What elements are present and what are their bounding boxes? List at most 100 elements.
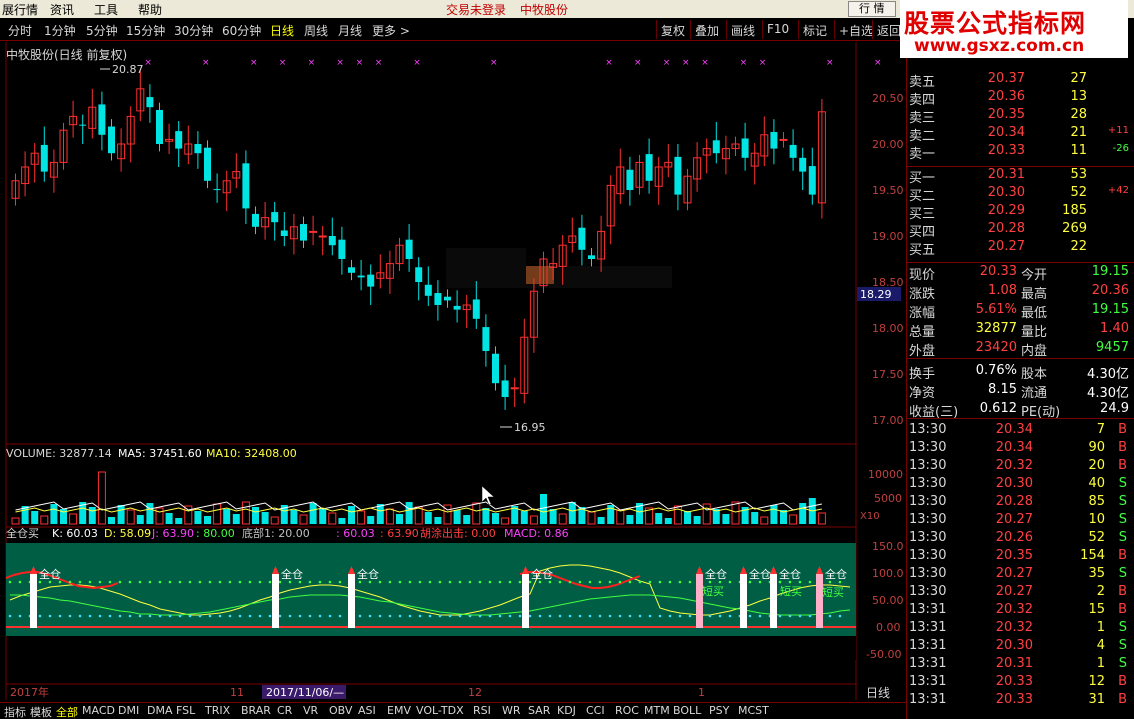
tab-roc[interactable]: ROC — [615, 704, 639, 717]
tab-trix[interactable]: TRIX — [205, 704, 230, 717]
tab-macd[interactable]: MACD — [82, 704, 115, 717]
tab-boll[interactable]: BOLL — [673, 704, 701, 717]
window-stock-name: 中牧股份 — [520, 3, 569, 17]
tab-全部[interactable]: 全部 — [56, 704, 78, 719]
ask-price: 20.34 — [987, 125, 1025, 140]
tab-模板[interactable]: 模板 — [30, 704, 52, 719]
menu-item-market[interactable]: 展行情 — [2, 1, 38, 18]
period-30min[interactable]: 30分钟 — [174, 22, 213, 39]
candle-body — [146, 97, 154, 108]
tick-row: 13:31 20.32 15 B — [907, 602, 1134, 620]
level-dot — [8, 614, 12, 618]
indicator-panel — [6, 543, 856, 636]
quote-separator — [907, 358, 1134, 359]
indicator-a: : 60.03 — [336, 527, 375, 540]
volume-bar — [357, 510, 366, 525]
candle-body — [300, 224, 307, 241]
toolbar-draw[interactable]: 画线 — [726, 20, 759, 39]
tab-obv[interactable]: OBV — [329, 704, 352, 717]
volume-bar — [655, 513, 663, 524]
ask-row[interactable]: 卖五 20.37 27 — [907, 71, 1134, 90]
period-intraday[interactable]: 分时 — [8, 22, 32, 39]
level-dot — [108, 614, 112, 618]
tick-side: B — [1118, 584, 1127, 599]
ask-row[interactable]: 卖三 20.35 28 — [907, 107, 1134, 126]
date-label: 12 — [468, 686, 482, 699]
tab-cr[interactable]: CR — [277, 704, 292, 717]
period-1min[interactable]: 1分钟 — [44, 22, 76, 39]
period-daily[interactable]: 日线 — [270, 22, 294, 39]
bid-row[interactable]: 买一 20.31 53 — [907, 167, 1134, 186]
tab-psy[interactable]: PSY — [709, 704, 729, 717]
toolbar-restore-rights[interactable]: 复权 — [656, 20, 689, 39]
tab-mtm[interactable]: MTM — [644, 704, 670, 717]
quote-button[interactable]: 行 情 — [848, 1, 896, 17]
ask-row[interactable]: 卖二 20.34 21 +11 — [907, 125, 1134, 144]
tab-dmi[interactable]: DMI — [118, 704, 139, 717]
menu-item-news[interactable]: 资讯 — [50, 1, 74, 18]
bid-label: 买五 — [909, 243, 936, 258]
tab-dma[interactable]: DMA — [147, 704, 173, 717]
indicator-d: D: 58.09 — [104, 527, 151, 540]
level-dot — [88, 614, 92, 618]
bid-row[interactable]: 买五 20.27 22 — [907, 239, 1134, 258]
bid-row[interactable]: 买三 20.29 185 — [907, 203, 1134, 222]
menu-item-tools[interactable]: 工具 — [94, 1, 118, 18]
level-dot — [318, 614, 322, 618]
tick-price: 20.33 — [995, 674, 1033, 689]
level-dot — [448, 580, 452, 584]
tab-vol-tdx[interactable]: VOL-TDX — [416, 704, 464, 717]
menu-item-help[interactable]: 帮助 — [138, 1, 162, 18]
candle-body — [328, 236, 336, 246]
low-price-label: 16.95 — [514, 421, 546, 434]
period-more[interactable]: 更多 > — [372, 22, 410, 39]
tab-brar[interactable]: BRAR — [241, 704, 271, 717]
period-monthly[interactable]: 月线 — [338, 22, 362, 39]
period-5min[interactable]: 5分钟 — [86, 22, 118, 39]
tab-rsi[interactable]: RSI — [473, 704, 491, 717]
stat-value: 0.76% — [975, 363, 1017, 378]
login-status[interactable]: 交易未登录 — [446, 1, 506, 18]
candle-body — [108, 126, 115, 154]
tab-cci[interactable]: CCI — [586, 704, 605, 717]
ask-row[interactable]: 卖四 20.36 13 — [907, 89, 1134, 108]
bid-row[interactable]: 买二 20.30 52 +42 — [907, 185, 1134, 204]
bid-volume: 53 — [1070, 167, 1087, 182]
tab-kdj[interactable]: KDJ — [557, 704, 576, 717]
level-dot — [278, 580, 282, 584]
volume-bar — [261, 512, 269, 524]
level-dot — [668, 580, 672, 584]
tab-mcst[interactable]: MCST — [738, 704, 769, 717]
ask-row[interactable]: 卖一 20.33 11 -26 — [907, 143, 1134, 162]
tab-fsl[interactable]: FSL — [176, 704, 195, 717]
tab-wr[interactable]: WR — [502, 704, 521, 717]
stat-value: 0.612 — [979, 401, 1017, 416]
volume-label: VOLUME: 32877.14 — [6, 447, 112, 460]
volume-bar — [108, 517, 115, 524]
tab-指标[interactable]: 指标 — [4, 704, 26, 719]
toolbar-overlay[interactable]: 叠加 — [690, 20, 723, 39]
period-15min[interactable]: 15分钟 — [126, 22, 165, 39]
volume-bar — [367, 516, 375, 524]
toolbar-mark[interactable]: 标记 — [798, 20, 831, 39]
level-dot — [98, 580, 102, 584]
candle-body — [309, 230, 318, 233]
tab-vr[interactable]: VR — [303, 704, 318, 717]
level-dot — [378, 614, 382, 618]
tab-emv[interactable]: EMV — [387, 704, 411, 717]
toolbar-f10[interactable]: F10 — [762, 20, 793, 39]
tab-sar[interactable]: SAR — [528, 704, 550, 717]
kline-chart[interactable]: ××××××××××××××××××××× 20.50 20.00 19.50 … — [0, 42, 906, 702]
bid-row[interactable]: 买四 20.28 269 — [907, 221, 1134, 240]
stat-label: 外盘 — [909, 344, 936, 359]
tab-asi[interactable]: ASI — [358, 704, 376, 717]
level-dot — [628, 580, 632, 584]
level-dot — [38, 614, 42, 618]
toolbar-add-favorite[interactable]: +自选 — [834, 20, 877, 39]
tick-side: S — [1118, 638, 1127, 653]
period-60min[interactable]: 60分钟 — [222, 22, 261, 39]
level-dot — [248, 580, 252, 584]
level-dot — [268, 614, 272, 618]
level-dot — [428, 614, 432, 618]
period-weekly[interactable]: 周线 — [304, 22, 328, 39]
